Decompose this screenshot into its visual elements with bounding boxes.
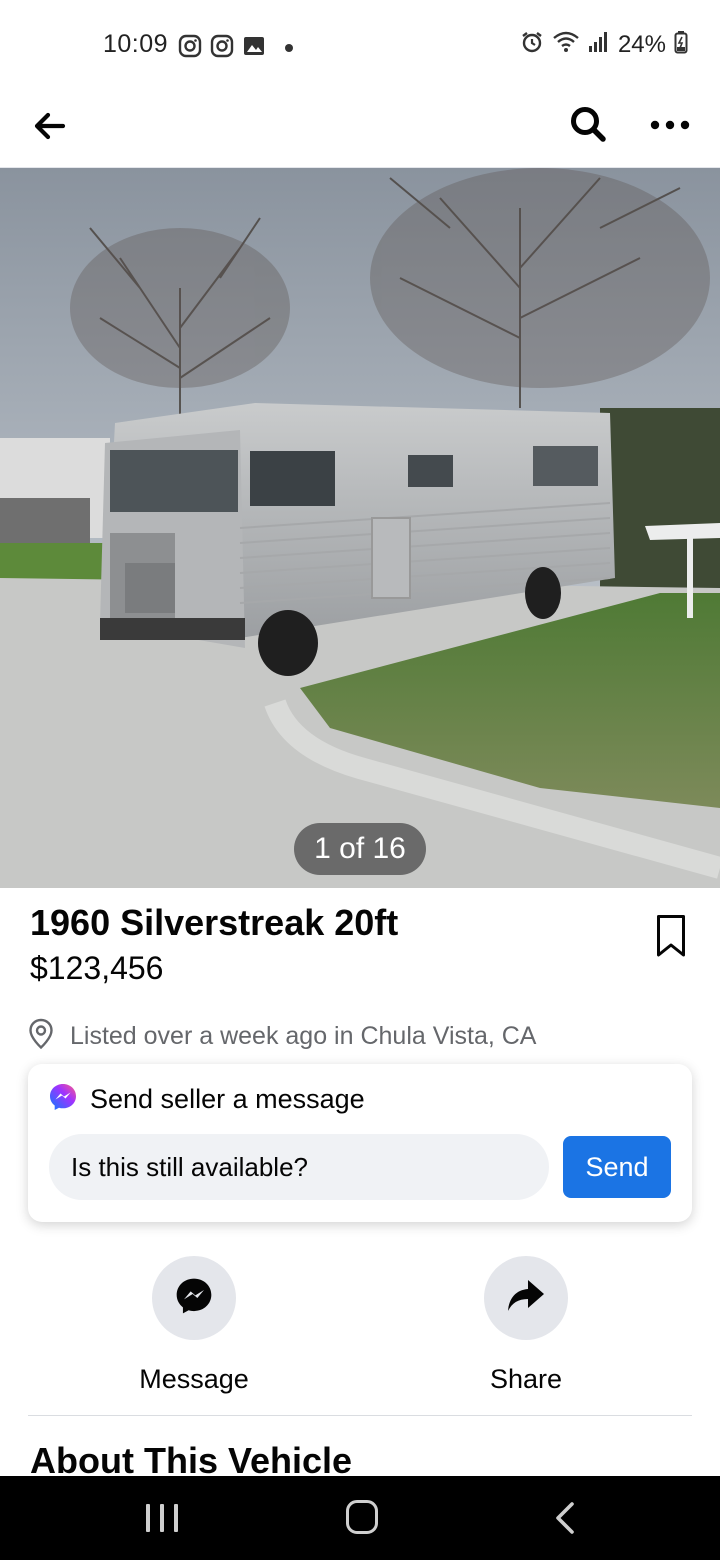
- share-action[interactable]: Share: [436, 1256, 616, 1395]
- dot-icon: [284, 40, 294, 58]
- location-row: Listed over a week ago in Chula Vista, C…: [28, 1018, 536, 1055]
- listing-price: $123,456: [30, 950, 164, 986]
- system-nav-bar: [0, 1476, 720, 1560]
- instagram-icon: [178, 34, 202, 63]
- search-icon: [569, 105, 607, 148]
- share-action-circle[interactable]: [484, 1256, 568, 1340]
- recents-icon[interactable]: [146, 1502, 178, 1534]
- back-arrow-icon: [34, 112, 66, 145]
- share-icon: [506, 1278, 546, 1319]
- alarm-icon: [520, 30, 544, 59]
- notification-icons: [178, 34, 294, 63]
- photo-counter: 1 of 16: [294, 823, 426, 875]
- send-button[interactable]: Send: [563, 1136, 671, 1198]
- app-bar: [0, 90, 720, 168]
- listing-title: 1960 Silverstreak 20ft: [30, 902, 399, 943]
- message-card-title: Send seller a message: [90, 1084, 365, 1114]
- instagram-icon: [210, 34, 234, 63]
- message-action[interactable]: Message: [104, 1256, 284, 1395]
- more-icon: [650, 117, 690, 135]
- bookmark-icon: [656, 914, 686, 963]
- back-button[interactable]: [30, 108, 70, 148]
- status-bar: 10:09 24%: [0, 0, 720, 90]
- gallery-icon: [242, 34, 266, 63]
- message-input[interactable]: Is this still available?: [49, 1134, 549, 1200]
- message-card-header: Send seller a message: [48, 1082, 365, 1117]
- section-divider: [28, 1415, 692, 1416]
- message-seller-card: Send seller a message Is this still avai…: [28, 1064, 692, 1222]
- message-action-label: Message: [139, 1364, 249, 1394]
- home-icon[interactable]: [346, 1500, 378, 1534]
- more-options-button[interactable]: [648, 104, 692, 148]
- system-icons: 24%: [520, 30, 688, 59]
- messenger-icon: [48, 1082, 78, 1117]
- search-button[interactable]: [566, 104, 610, 148]
- status-time: 10:09: [103, 30, 169, 58]
- save-button[interactable]: [652, 914, 690, 962]
- signal-icon: [588, 30, 610, 59]
- share-action-label: Share: [489, 1364, 563, 1394]
- wifi-icon: [552, 30, 580, 59]
- location-pin-icon: [28, 1018, 54, 1055]
- messenger-icon: [174, 1276, 214, 1321]
- location-text: Listed over a week ago in Chula Vista, C…: [70, 1022, 537, 1050]
- nav-back-icon[interactable]: [548, 1500, 582, 1536]
- battery-icon: [674, 30, 688, 59]
- battery-percent: 24%: [617, 30, 666, 58]
- message-action-circle[interactable]: [152, 1256, 236, 1340]
- listing-photo[interactable]: [0, 168, 720, 888]
